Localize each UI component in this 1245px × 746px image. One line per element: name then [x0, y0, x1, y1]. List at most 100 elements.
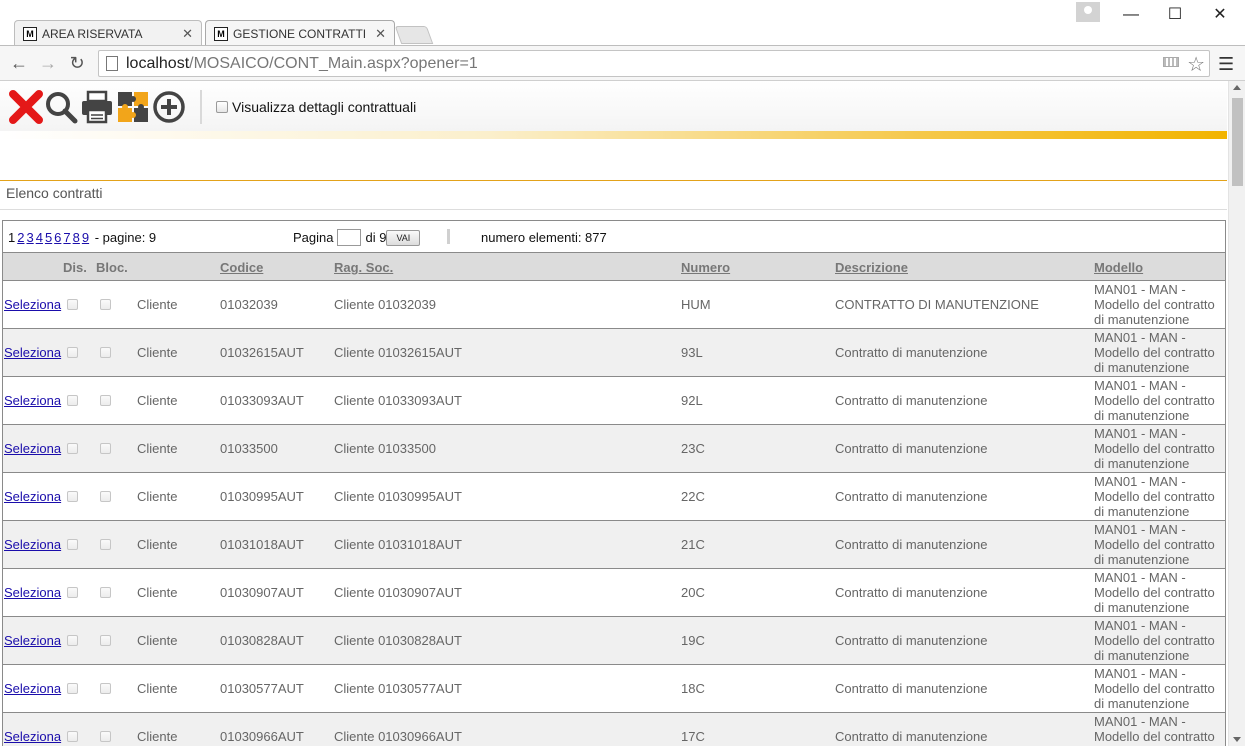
profile-icon[interactable] — [1076, 2, 1100, 22]
page-link[interactable]: 6 — [54, 230, 61, 245]
dis-checkbox[interactable] — [67, 587, 78, 598]
bloc-checkbox[interactable] — [100, 587, 111, 598]
table-row: Seleziona Cliente 01033093AUT Cliente 01033… — [3, 377, 1225, 425]
keyboard-icon[interactable] — [1163, 57, 1179, 67]
bookmark-star-icon[interactable]: ☆ — [1187, 52, 1205, 77]
section-title: Elenco contratti — [6, 185, 103, 201]
select-link[interactable]: Seleziona — [4, 681, 61, 696]
cell-descrizione: Contratto di manutenzione — [835, 585, 988, 600]
url-host: localhost — [126, 54, 190, 72]
page-link[interactable]: 2 — [17, 230, 24, 245]
scrollbar-thumb[interactable] — [1232, 98, 1243, 186]
reload-icon[interactable]: ↻ — [66, 51, 88, 75]
maximize-button[interactable]: ☐ — [1162, 4, 1188, 26]
select-link[interactable]: Seleziona — [4, 633, 61, 648]
tab-close-icon[interactable]: ✕ — [375, 26, 386, 42]
bloc-checkbox[interactable] — [100, 731, 111, 742]
bloc-checkbox[interactable] — [100, 347, 111, 358]
cell-rag-soc: Cliente 01030966AUT — [334, 729, 462, 744]
contracts-grid: 123456789 - pagine: 9 Pagina di 9 VAI nu… — [2, 220, 1226, 746]
cell-tipo: Cliente — [137, 393, 178, 408]
select-link[interactable]: Seleziona — [4, 345, 61, 360]
scroll-down-arrow-icon[interactable] — [1233, 737, 1241, 742]
forward-arrow-icon[interactable]: → — [37, 51, 59, 75]
browser-menu-icon[interactable]: ☰ — [1218, 54, 1234, 75]
bloc-checkbox[interactable] — [100, 443, 111, 454]
page-link[interactable]: 3 — [26, 230, 33, 245]
column-header-numero[interactable]: Numero — [681, 260, 730, 275]
show-contract-details-checkbox[interactable] — [216, 101, 228, 113]
table-header: Dis. Bloc. Codice Rag. Soc. Numero Descr… — [3, 253, 1225, 281]
close-window-button[interactable]: ✕ — [1207, 4, 1233, 26]
column-header-codice[interactable]: Codice — [220, 260, 263, 275]
cell-codice: 01030907AUT — [220, 585, 304, 600]
bloc-checkbox[interactable] — [100, 683, 111, 694]
section-divider — [0, 209, 1227, 210]
page-link[interactable]: 7 — [63, 230, 70, 245]
scroll-up-arrow-icon[interactable] — [1233, 85, 1241, 90]
close-red-x-icon[interactable] — [9, 90, 43, 124]
cell-rag-soc: Cliente 01032039 — [334, 297, 436, 312]
column-header-descrizione[interactable]: Descrizione — [835, 260, 908, 275]
select-link[interactable]: Seleziona — [4, 729, 61, 744]
cell-descrizione: Contratto di manutenzione — [835, 633, 988, 648]
page-link[interactable]: 9 — [82, 230, 89, 245]
browser-tab-area-riservata[interactable]: M AREA RISERVATA ✕ — [14, 20, 202, 46]
print-icon[interactable] — [80, 90, 114, 124]
page-link[interactable]: 5 — [45, 230, 52, 245]
add-circle-icon[interactable] — [152, 90, 186, 124]
bloc-checkbox[interactable] — [100, 635, 111, 646]
tab-close-icon[interactable]: ✕ — [182, 26, 193, 42]
table-row: Seleziona Cliente 01031018AUT Cliente 01031… — [3, 521, 1225, 569]
cell-codice: 01030966AUT — [220, 729, 304, 744]
go-button[interactable]: VAI — [386, 229, 421, 246]
column-header-modello[interactable]: Modello — [1094, 260, 1143, 275]
di-label: di 9 — [365, 230, 387, 245]
cell-modello: MAN01 - MAN - Modello del contratto di m… — [1094, 282, 1215, 327]
cell-descrizione: Contratto di manutenzione — [835, 489, 988, 504]
back-arrow-icon[interactable]: ← — [8, 51, 30, 75]
mosaico-favicon-icon: M — [214, 26, 228, 41]
dis-checkbox[interactable] — [67, 683, 78, 694]
select-link[interactable]: Seleziona — [4, 297, 61, 312]
bloc-checkbox[interactable] — [100, 299, 111, 310]
cell-modello: MAN01 - MAN - Modello del contratto di m… — [1094, 378, 1215, 423]
select-link[interactable]: Seleziona — [4, 585, 61, 600]
page-number-input[interactable] — [337, 229, 362, 246]
cell-tipo: Cliente — [137, 585, 178, 600]
cell-numero: 22C — [681, 489, 705, 504]
cell-modello: MAN01 - MAN - Modello del contratto di m… — [1094, 714, 1215, 746]
select-link[interactable]: Seleziona — [4, 393, 61, 408]
column-header-rag-soc[interactable]: Rag. Soc. — [334, 260, 393, 275]
page-link[interactable]: 4 — [36, 230, 43, 245]
cell-numero: 17C — [681, 729, 705, 744]
select-link[interactable]: Seleziona — [4, 441, 61, 456]
search-icon[interactable] — [44, 90, 78, 124]
new-tab-button[interactable] — [394, 26, 434, 44]
puzzle-icon[interactable] — [116, 90, 150, 124]
dis-checkbox[interactable] — [67, 347, 78, 358]
dis-checkbox[interactable] — [67, 731, 78, 742]
table-row: Seleziona Cliente 01030995AUT Cliente 01030… — [3, 473, 1225, 521]
bloc-checkbox[interactable] — [100, 539, 111, 550]
address-bar[interactable]: localhost/MOSAICO/CONT_Main.aspx?opener=… — [98, 50, 1210, 77]
dis-checkbox[interactable] — [67, 395, 78, 406]
select-link[interactable]: Seleziona — [4, 489, 61, 504]
bloc-checkbox[interactable] — [100, 395, 111, 406]
dis-checkbox[interactable] — [67, 539, 78, 550]
page-scrollbar[interactable] — [1228, 81, 1245, 746]
bloc-checkbox[interactable] — [100, 491, 111, 502]
select-link[interactable]: Seleziona — [4, 537, 61, 552]
cell-descrizione: Contratto di manutenzione — [835, 345, 988, 360]
show-contract-details-option[interactable]: Visualizza dettagli contrattuali — [216, 99, 416, 115]
cell-tipo: Cliente — [137, 537, 178, 552]
browser-tab-gestione-contratti[interactable]: M GESTIONE CONTRATTI ✕ — [205, 20, 395, 46]
cell-modello: MAN01 - MAN - Modello del contratto di m… — [1094, 570, 1215, 615]
minimize-button[interactable]: — — [1118, 4, 1144, 26]
dis-checkbox[interactable] — [67, 635, 78, 646]
cell-descrizione: Contratto di manutenzione — [835, 729, 988, 744]
dis-checkbox[interactable] — [67, 491, 78, 502]
page-link[interactable]: 8 — [73, 230, 80, 245]
dis-checkbox[interactable] — [67, 299, 78, 310]
dis-checkbox[interactable] — [67, 443, 78, 454]
